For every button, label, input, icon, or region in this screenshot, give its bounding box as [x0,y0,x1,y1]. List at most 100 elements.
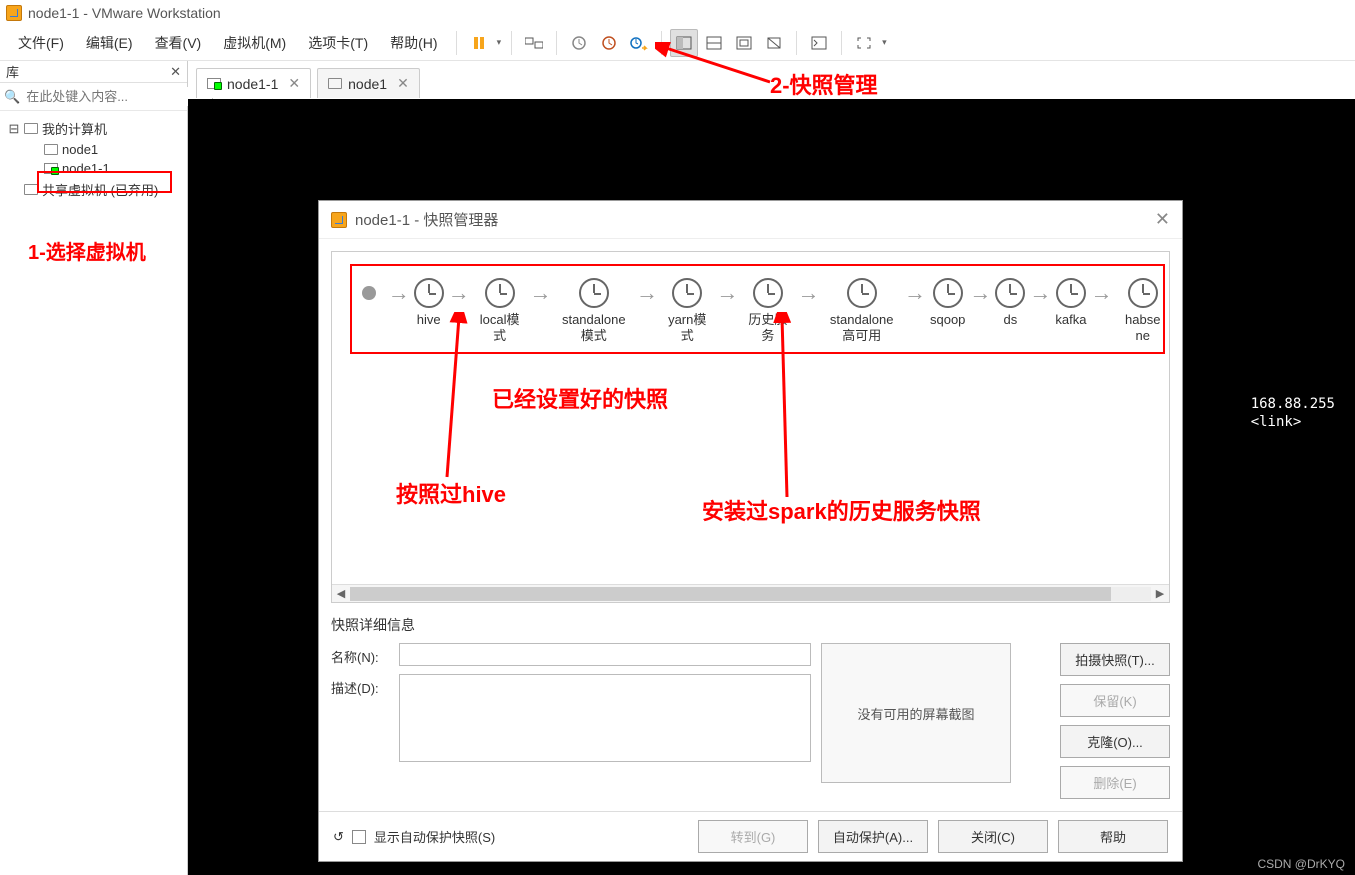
goto-button[interactable]: 转到(G) [698,820,808,853]
menu-bar: 文件(F) 编辑(E) 查看(V) 虚拟机(M) 选项卡(T) 帮助(H) ▾ … [0,25,1355,61]
window-title: node1-1 - VMware Workstation [28,5,221,21]
annotation-2: 2-快照管理 [770,68,878,100]
keep-button[interactable]: 保留(K) [1060,684,1170,717]
vm-running-icon [207,78,221,89]
tab-label: node1 [348,76,387,92]
tree-shared[interactable]: 共享虚拟机 (已弃用) [4,178,183,201]
scroll-right-icon[interactable]: ▶ [1151,587,1169,600]
horizontal-scrollbar[interactable]: ◀ ▶ [332,584,1169,602]
tree-node1-1[interactable]: node1-1 [4,159,183,178]
snapshot-node[interactable]: hive [414,278,444,328]
view-split-h-button[interactable] [700,29,728,57]
snapshot-timeline-area[interactable]: → hive → local模式 → standalone模式 → yarn模式… [331,251,1170,603]
close-button[interactable]: 关闭(C) [938,820,1048,853]
snapshot-timeline: → hive → local模式 → standalone模式 → yarn模式… [362,278,1169,343]
expand-icon[interactable]: ⊟ [8,121,20,137]
console-output: 168.88.255 <link> [1251,395,1335,431]
menu-edit[interactable]: 编辑(E) [76,29,143,57]
vm-icon [44,144,58,155]
show-auto-label: 显示自动保护快照(S) [374,827,495,846]
menu-view[interactable]: 查看(V) [145,29,212,57]
search-icon: 🔍 [4,89,20,105]
fullscreen-button[interactable] [850,29,878,57]
snapshot-node[interactable]: standalone高可用 [823,278,900,343]
take-snapshot-button[interactable]: 拍摄快照(T)... [1060,643,1170,676]
tab-label: node1-1 [227,76,278,92]
no-screenshot-text: 没有可用的屏幕截图 [857,704,974,723]
tab-node1-1[interactable]: node1-1 ✕ [196,68,311,98]
arrow-icon: → [1090,278,1112,308]
view-single-button[interactable] [670,29,698,57]
snapshot-node[interactable]: habse ne [1116,278,1169,343]
snapshot-take-button[interactable] [565,29,593,57]
clone-button[interactable]: 克隆(O)... [1060,725,1170,758]
arrow-icon: → [388,278,410,308]
pause-button[interactable] [465,29,493,57]
separator [796,31,797,55]
view-fit-button[interactable] [730,29,758,57]
snapshot-node[interactable]: local模式 [474,278,526,343]
desc-label: 描述(D): [331,674,393,697]
clock-icon [753,278,783,308]
snapshot-node[interactable]: ds [995,278,1025,328]
arrow-icon: → [636,278,658,308]
tree-root[interactable]: ⊟ 我的计算机 [4,117,183,140]
title-bar: node1-1 - VMware Workstation [0,0,1355,25]
sidebar-close-icon[interactable]: ✕ [170,64,181,80]
separator [456,31,457,55]
sidebar-title: 库 [6,62,19,81]
snapshot-node[interactable]: kafka [1055,278,1086,328]
vmware-app-icon [6,5,22,21]
tab-node1[interactable]: node1 ✕ [317,68,420,98]
arrow-icon: → [448,278,470,308]
annotation-5: 安装过spark的历史服务快照 [702,494,981,526]
menu-help[interactable]: 帮助(H) [380,29,447,57]
scroll-left-icon[interactable]: ◀ [332,587,350,600]
sidebar-search: 🔍 ▾ [0,83,187,111]
auto-protect-button[interactable]: 自动保护(A)... [818,820,928,853]
arrow-icon: → [1029,278,1051,308]
menu-vm[interactable]: 虚拟机(M) [213,29,296,57]
menu-file[interactable]: 文件(F) [8,29,74,57]
clock-icon [933,278,963,308]
snapshot-details: 快照详细信息 名称(N): 描述(D): 没有可用的屏幕截图 拍摄快照(T)..… [331,603,1170,799]
dialog-title-bar: node1-1 - 快照管理器 ✕ [319,201,1182,239]
snapshot-manager-dialog: node1-1 - 快照管理器 ✕ → hive → local模式 → sta… [318,200,1183,862]
fullscreen-dropdown[interactable]: ▾ [880,37,889,48]
separator [661,31,662,55]
snapshot-node[interactable]: 历史服务 [742,278,793,343]
screenshot-preview: 没有可用的屏幕截图 [821,643,1011,783]
snapshot-node[interactable]: standalone模式 [556,278,633,343]
tab-close-icon[interactable]: ✕ [284,75,300,92]
tree-label: 我的计算机 [42,119,107,138]
snapshot-node[interactable]: sqoop [930,278,965,328]
view-stretch-button[interactable] [760,29,788,57]
name-label: 名称(N): [331,643,393,666]
details-title: 快照详细信息 [331,611,1170,639]
arrow-icon: → [716,278,738,308]
pause-dropdown[interactable]: ▾ [495,37,504,48]
timeline-start-dot [362,286,376,300]
menu-tabs[interactable]: 选项卡(T) [298,29,378,57]
clock-icon [1128,278,1158,308]
separator [511,31,512,55]
snapshot-desc-input[interactable] [399,674,811,762]
snapshot-manager-button[interactable] [625,29,653,57]
help-button[interactable]: 帮助 [1058,820,1168,853]
snapshot-name-input[interactable] [399,643,811,666]
annotation-3: 已经设置好的快照 [492,382,668,414]
library-sidebar: 库 ✕ 🔍 ▾ ⊟ 我的计算机 node1 node1-1 [0,61,188,875]
dialog-close-icon[interactable]: ✕ [1155,209,1170,230]
console-button[interactable] [805,29,833,57]
delete-button[interactable]: 删除(E) [1060,766,1170,799]
dialog-title: node1-1 - 快照管理器 [355,209,498,230]
tab-close-icon[interactable]: ✕ [393,75,409,92]
snapshot-node[interactable]: yarn模式 [662,278,712,343]
search-input[interactable] [24,87,204,106]
show-auto-checkbox[interactable] [352,830,366,844]
tree-node1[interactable]: node1 [4,140,183,159]
clock-icon [1056,278,1086,308]
snapshot-revert-button[interactable] [595,29,623,57]
history-icon[interactable]: ↺ [333,829,344,845]
send-ctrl-alt-del-button[interactable] [520,29,548,57]
